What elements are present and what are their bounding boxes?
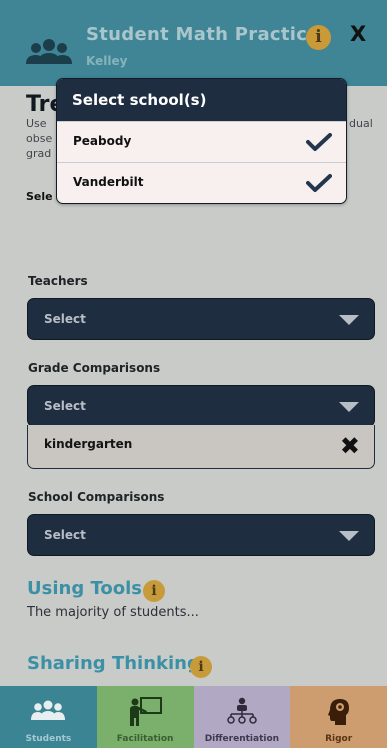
info-icon[interactable]: i [190,656,212,678]
teacher-board-icon [130,697,163,726]
checkmark-icon [306,133,332,151]
brain-head-icon [327,699,349,725]
teachers-dropdown[interactable]: Select [27,298,375,340]
teachers-placeholder: Select [44,312,86,326]
using-tools-text: The majority of students... [27,605,199,620]
grade-selected-item: kindergarten ✖ [27,425,375,469]
option-label: Peabody [73,134,132,148]
tab-label: Rigor [325,734,353,744]
users-icon [26,39,72,64]
school-option-vanderbilt[interactable]: Vanderbilt [57,162,346,203]
bottom-tab-bar: Students Facilitation Differentiation Ri… [0,686,387,748]
description-line: Use [26,117,47,130]
sharing-thinking-title: Sharing Thinking [27,653,200,674]
students-icon [31,700,66,720]
school-dropdown[interactable]: Select [27,514,375,556]
info-icon[interactable]: i [306,25,331,50]
remove-icon[interactable]: ✖ [340,432,360,460]
school-option-peabody[interactable]: Peabody [57,121,346,162]
using-tools-title: Using Tools [27,578,142,599]
description-line: dual [349,117,373,130]
grade-dropdown[interactable]: Select [27,385,375,427]
page-subtitle: Kelley [86,54,128,68]
option-label: Vanderbilt [73,175,144,189]
select-label: Sele [26,190,53,203]
info-icon[interactable]: i [143,580,165,602]
hierarchy-icon [227,697,257,724]
chevron-down-icon [339,402,359,412]
grade-placeholder: Select [44,399,86,413]
chevron-down-icon [339,315,359,325]
tab-differentiation[interactable]: Differentiation [193,686,291,748]
school-placeholder: Select [44,528,86,542]
grade-selected-label: kindergarten [44,437,133,451]
school-label: School Comparisons [28,490,165,504]
close-icon[interactable]: X [350,22,366,46]
grade-label: Grade Comparisons [28,361,161,375]
tab-rigor[interactable]: Rigor [290,686,387,748]
app-header: Student Math Practices Kelley i X [0,0,387,86]
select-school-popup: Select school(s) Peabody Vanderbilt [56,78,347,204]
teachers-label: Teachers [28,274,88,288]
tab-label: Differentiation [204,734,280,744]
description-line: grad [26,147,52,160]
chevron-down-icon [339,531,359,541]
popup-title: Select school(s) [57,79,346,121]
tab-label: Students [25,734,72,744]
tab-students[interactable]: Students [0,686,97,748]
checkmark-icon [306,174,332,192]
page-title: Student Math Practices [86,24,331,45]
tab-label: Facilitation [116,734,174,744]
tab-facilitation[interactable]: Facilitation [96,686,194,748]
description-line: obse [26,132,53,145]
